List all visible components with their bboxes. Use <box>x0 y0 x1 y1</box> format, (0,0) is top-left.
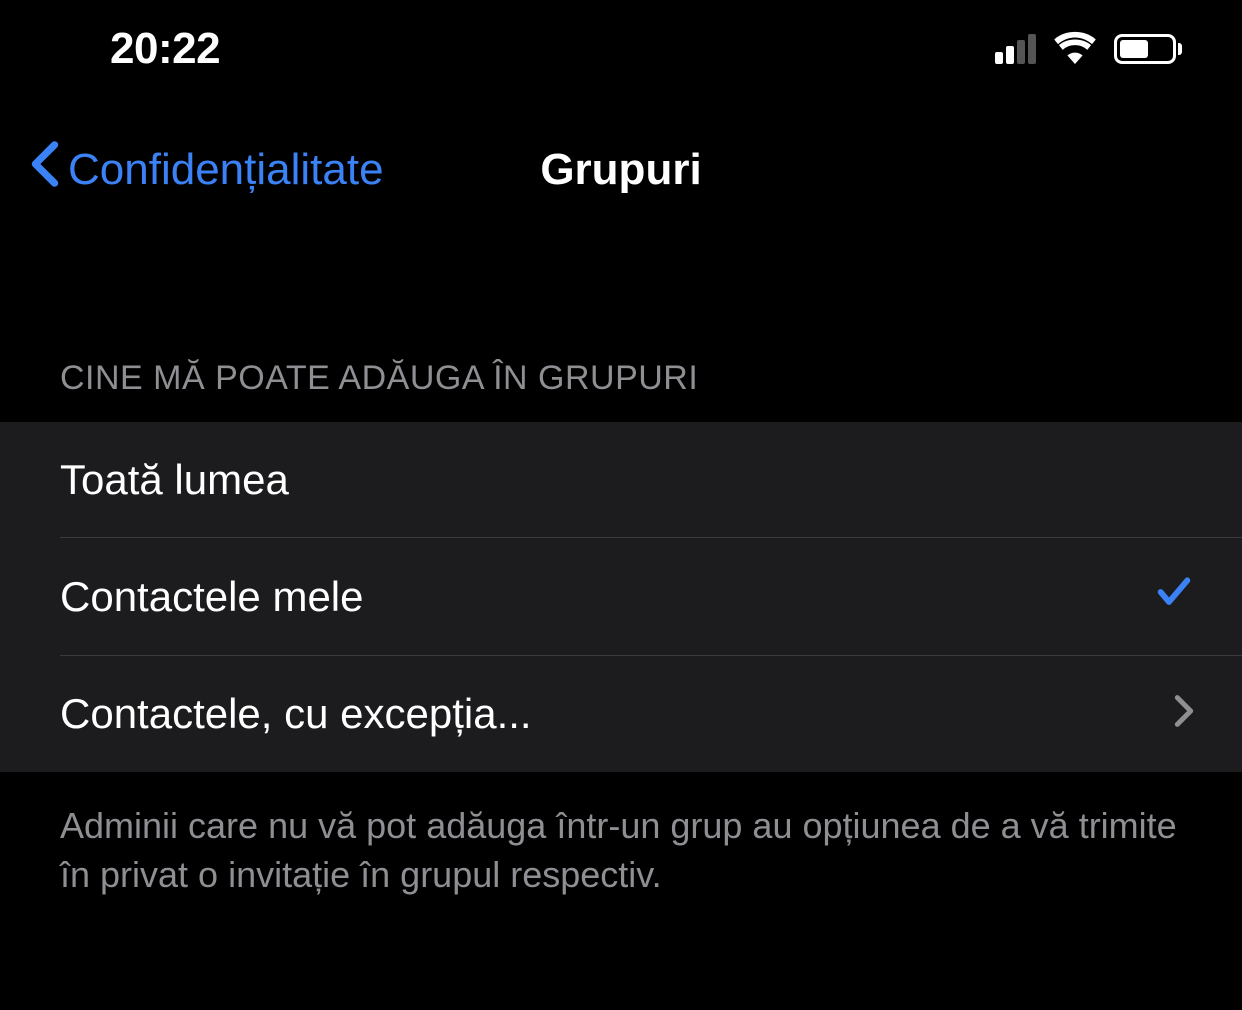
chevron-left-icon <box>30 140 60 199</box>
checkmark-icon <box>1154 572 1194 622</box>
status-bar: 20:22 <box>0 0 1242 90</box>
wifi-icon <box>1052 30 1098 69</box>
section-footer: Adminii care nu vă pot adăuga într-un gr… <box>0 772 1242 929</box>
option-my-contacts[interactable]: Contactele mele <box>0 538 1242 656</box>
section-header: CINE MĂ POATE ADĂUGA ÎN GRUPURI <box>0 259 1242 422</box>
option-contacts-except[interactable]: Contactele, cu excepția... <box>0 656 1242 772</box>
status-time: 20:22 <box>110 24 220 74</box>
option-label: Contactele mele <box>60 573 364 621</box>
options-list: Toată lumea Contactele mele Contactele, … <box>0 422 1242 772</box>
cellular-signal-icon <box>995 34 1036 64</box>
nav-bar: Confidențialitate Grupuri <box>0 90 1242 259</box>
back-label: Confidențialitate <box>68 145 384 195</box>
chevron-right-icon <box>1174 690 1194 738</box>
option-everyone[interactable]: Toată lumea <box>0 422 1242 538</box>
back-button[interactable]: Confidențialitate <box>30 140 384 199</box>
option-label: Toată lumea <box>60 456 289 504</box>
option-label: Contactele, cu excepția... <box>60 690 532 738</box>
status-icons <box>995 30 1182 69</box>
battery-icon <box>1114 34 1182 64</box>
page-title: Grupuri <box>540 145 701 195</box>
